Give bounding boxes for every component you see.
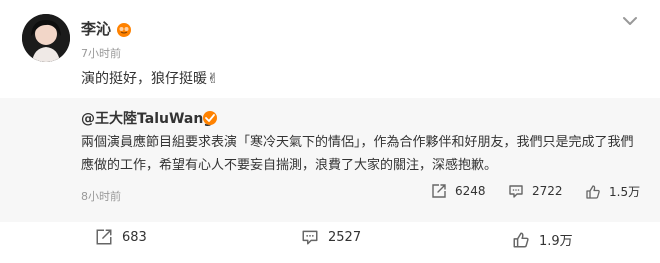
chevron-down-icon[interactable] [622, 12, 638, 25]
quoted-author[interactable]: @王大陸TaluWang [81, 108, 213, 128]
quoted-repost-stat[interactable]: 6248 [431, 183, 486, 199]
like-button[interactable]: 1.9万 [512, 230, 573, 249]
comment-count: 2527 [328, 229, 362, 245]
quoted-time[interactable]: 8小时前 [81, 188, 121, 204]
vip-badge-icon [202, 110, 218, 126]
author-name[interactable]: 李沁 [81, 18, 111, 39]
repost-button[interactable]: 683 [95, 228, 147, 246]
like-icon [586, 184, 600, 199]
quoted-comment-stat[interactable]: 2722 [508, 183, 563, 199]
like-count: 1.9万 [539, 234, 573, 249]
comment-button[interactable]: 2527 [301, 228, 361, 246]
comment-icon [509, 185, 523, 198]
quoted-like-stat[interactable]: 1.5万 [585, 183, 640, 200]
post-content: 演的挺好，狼仔挺暖✌ [81, 71, 219, 87]
vip-badge-icon [116, 22, 132, 38]
quoted-text: 兩個演員應節目組要求表演「寒冷天氣下的情侶」，作為合作夥伴和好朋友，我們只是完成… [81, 135, 634, 173]
post-time[interactable]: 7小时前 [81, 45, 121, 61]
comment-icon [302, 230, 318, 245]
avatar[interactable] [22, 14, 70, 62]
like-icon [513, 232, 529, 247]
repost-icon [96, 229, 112, 245]
repost-icon [432, 184, 446, 198]
quoted-comment-count: 2722 [532, 184, 563, 198]
repost-count: 683 [122, 229, 147, 245]
quoted-like-count: 1.5万 [609, 185, 641, 199]
quoted-repost-count: 6248 [455, 184, 486, 198]
